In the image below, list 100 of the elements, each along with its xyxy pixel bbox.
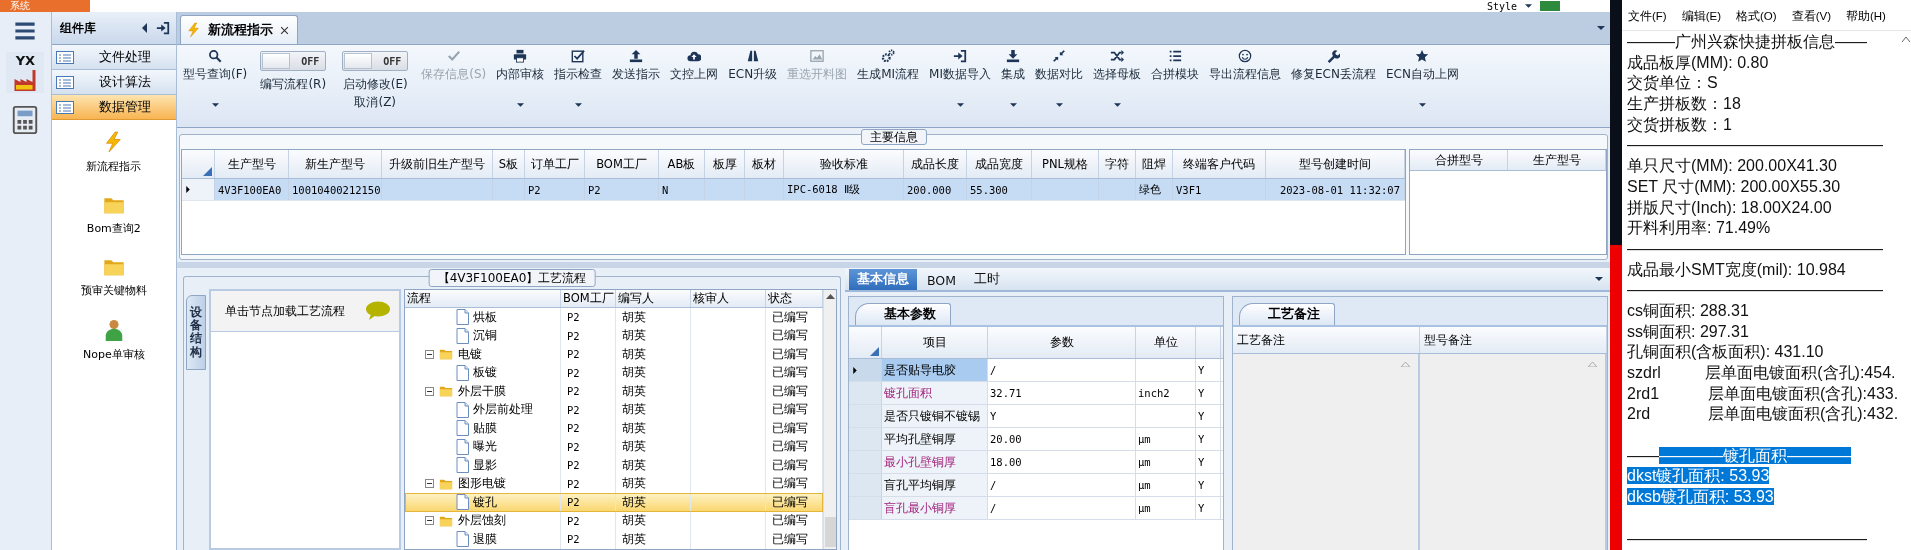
tree-row[interactable]: 电镀 P2 胡英 已编写 (405, 345, 823, 364)
tree-row[interactable]: 曝光 P2 胡英 已编写 (405, 437, 823, 456)
column-header[interactable]: 字符 (1099, 150, 1136, 178)
menu-item[interactable]: 编辑(E) (1681, 9, 1730, 24)
column-header[interactable]: 生产型号 (215, 150, 289, 178)
toolbar-button[interactable]: 型号查询(F) (178, 45, 253, 127)
document-icon (456, 457, 469, 474)
tree-row[interactable]: 退膜 P2 胡英 已编写 (405, 530, 823, 549)
menu-item[interactable]: 格式(O) (1736, 9, 1785, 24)
table-cell: P2 (561, 400, 616, 419)
toolbar-button[interactable]: 导出流程信息 (1204, 45, 1286, 127)
text-line: 2rd1 层单面电镀面积(含孔):433. (1627, 384, 1899, 402)
column-header[interactable]: AB板 (659, 150, 705, 178)
column-header[interactable]: 型号备注 (1420, 327, 1607, 353)
scrollbar-thumb[interactable] (824, 517, 836, 547)
column-header[interactable]: 项目 (882, 327, 988, 358)
toolbar-button[interactable]: 发送指示 (607, 45, 666, 127)
menu-item[interactable]: 帮助(H) (1846, 9, 1894, 24)
side-tab[interactable]: 设备结构 (186, 295, 206, 370)
tree-row[interactable]: 镀孔 P2 胡英 已编写 (405, 493, 823, 512)
row-selector[interactable] (849, 359, 882, 381)
toolbar-button[interactable]: ECN升级 (723, 45, 783, 127)
toggle-switch[interactable]: OFF (342, 51, 409, 71)
toolbar-button[interactable]: 指示检查 (549, 45, 608, 127)
tree-row[interactable]: 显影 P2 胡英 已编写 (405, 456, 823, 475)
document-tab[interactable]: 新流程指示 (180, 15, 298, 44)
table-cell: 55.300 (967, 179, 1032, 200)
toolbar-button[interactable]: 集成 (996, 45, 1030, 127)
tree-row[interactable]: 烘板 P2 胡英 已编写 (405, 308, 823, 327)
column-header[interactable]: 验收标准 (784, 150, 904, 178)
table-cell: 平均孔壁铜厚 (882, 428, 988, 450)
component-label[interactable]: Bom查询2 (86, 221, 141, 236)
column-header[interactable]: 终端客户代码 (1173, 150, 1266, 178)
menu-item[interactable]: 文件(F) (1628, 9, 1675, 24)
column-header[interactable]: 订单工厂 (525, 150, 585, 178)
table-cell: µm (1136, 474, 1196, 496)
toggle-switch[interactable]: OFF (260, 51, 327, 71)
column-header[interactable]: BOM工厂 (561, 290, 616, 307)
window-icon (55, 75, 74, 89)
column-header[interactable]: 编写人 (616, 290, 691, 307)
column-header[interactable]: 升级前旧生产型号 (382, 150, 493, 178)
column-header[interactable]: 板厚 (705, 150, 745, 178)
tree-row[interactable]: 贴膜 P2 胡英 已编写 (405, 419, 823, 438)
column-header[interactable]: 新生产型号 (289, 150, 382, 178)
toolbar-button[interactable]: 内部审核 (491, 45, 550, 127)
tree-row[interactable]: 外层前处理 P2 胡英 已编写 (405, 400, 823, 419)
tab[interactable]: 工时 (966, 269, 1008, 290)
category-item[interactable]: 设计算法 (51, 70, 176, 95)
checkbox-icon (571, 49, 586, 63)
column-header[interactable]: PNL规格 (1032, 150, 1099, 178)
column-header[interactable]: 流程 (405, 290, 561, 307)
hint-text: 单击节点加载工艺流程 (225, 303, 345, 319)
column-header[interactable]: 型号创建时间 (1266, 150, 1405, 178)
column-header[interactable]: 板材 (745, 150, 784, 178)
table-cell: / (988, 359, 1136, 381)
panel-tab[interactable]: 工艺备注 (1239, 303, 1335, 325)
column-header[interactable]: 成品长度 (904, 150, 967, 178)
column-header[interactable]: 阻焊 (1136, 150, 1173, 178)
column-header[interactable]: 核审人 (691, 290, 766, 307)
text-line: 生产拼板数：18 (1627, 95, 1741, 113)
component-label[interactable]: 预审关键物料 (80, 283, 147, 298)
component-label[interactable]: 新流程指示 (86, 159, 142, 174)
style-menu[interactable]: Style (1486, 0, 1517, 12)
category-item[interactable]: 文件处理 (51, 45, 176, 70)
tree-row[interactable]: 沉铜 P2 胡英 已编写 (405, 326, 823, 345)
table-row[interactable]: 4V3F100EA0 10010400212150 P2 P2 N IPC-6018 Ⅱ级 200.000 55.300 绿色 V3F1 2023-08-01 11:32:07 (182, 179, 1405, 201)
column-header[interactable]: 单位 (1136, 327, 1196, 358)
table-cell: P2 (561, 530, 616, 549)
tab[interactable]: BOM (919, 271, 964, 290)
document-icon (456, 364, 469, 381)
column-header[interactable]: BOM工厂 (585, 150, 659, 178)
column-header[interactable]: 生产型号 (1508, 150, 1606, 170)
menu-item[interactable]: 查看(V) (1791, 9, 1839, 24)
column-header[interactable]: S板 (493, 150, 525, 178)
column-header[interactable]: 成品宽度 (967, 150, 1032, 178)
row-pointer-icon (853, 366, 857, 374)
panel-tab[interactable]: 基本参数 (855, 303, 951, 325)
toolbar-button[interactable]: 合拼模块 (1146, 45, 1204, 127)
tab[interactable]: 基本信息 (849, 269, 917, 290)
toolbar-button[interactable]: ECN自动上网 (1380, 45, 1464, 127)
toolbar-button[interactable]: 选择母板 (1088, 45, 1146, 127)
document-icon (456, 438, 469, 455)
toolbar-button[interactable]: 生成MI流程 (852, 45, 925, 127)
text-line: 2rd 层单面电镀面积(含孔):432. (1627, 405, 1899, 423)
toolbar-button[interactable]: 数据对比 (1030, 45, 1088, 127)
tree-row[interactable]: 外层干膜 P2 胡英 已编写 (405, 382, 823, 401)
toolbar-button[interactable]: 文控上网 (665, 45, 724, 127)
column-header[interactable]: 工艺备注 (1233, 327, 1420, 353)
component-label[interactable]: Nope单审核 (83, 347, 145, 362)
tree-row[interactable]: 外层蚀刻 P2 胡英 已编写 (405, 511, 823, 530)
scrollbar[interactable] (823, 290, 836, 549)
table-cell: 胡英 (616, 511, 691, 530)
tree-row[interactable]: 板镀 P2 胡英 已编写 (405, 363, 823, 382)
toolbar-button[interactable]: MI数据导入 (924, 45, 996, 127)
toolbar-button[interactable]: 修复ECN丢流程 (1286, 45, 1381, 127)
category-item[interactable]: 数据管理 (51, 95, 176, 120)
table-cell: 10010400212150 (289, 179, 382, 200)
table-cell: P2 (561, 493, 616, 512)
column-header[interactable]: 合拼型号 (1410, 150, 1508, 170)
column-header[interactable]: 参数 (988, 327, 1136, 358)
